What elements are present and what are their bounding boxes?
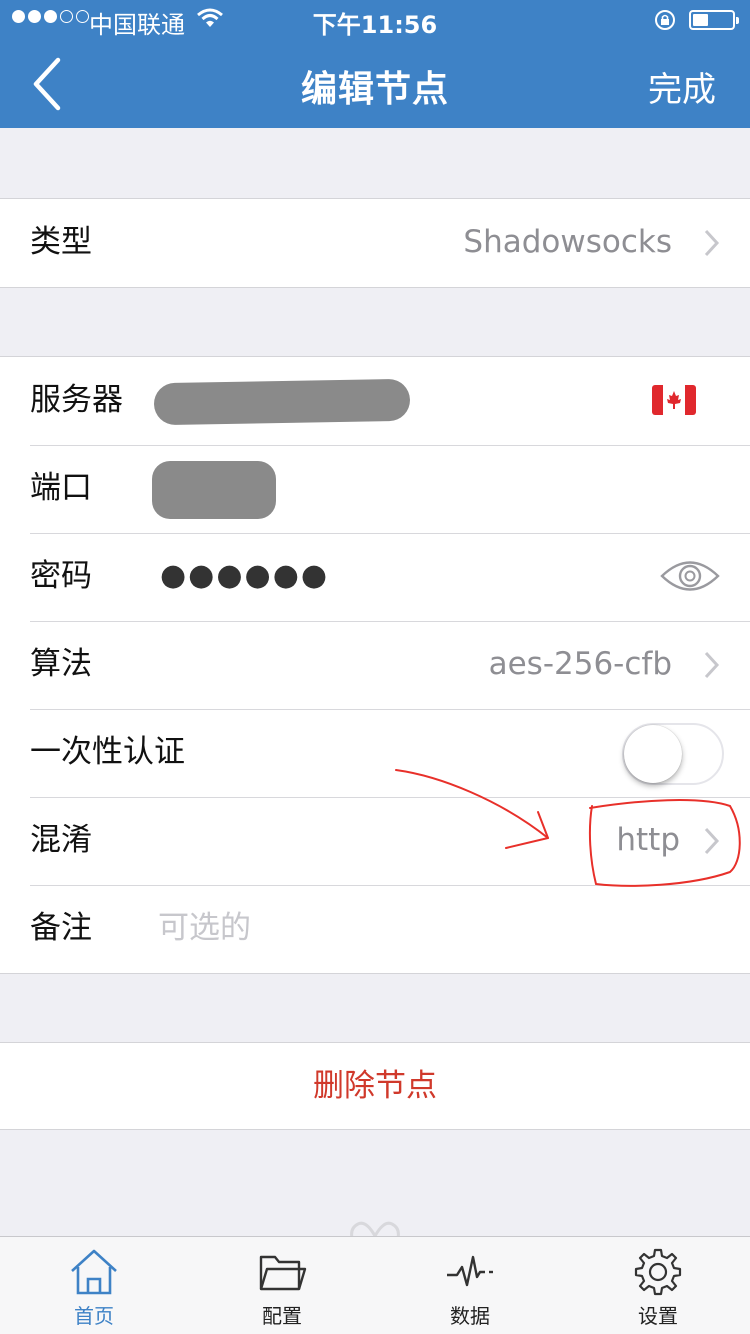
ota-row: 一次性认证 (0, 709, 750, 797)
chevron-right-icon (704, 651, 720, 679)
chevron-right-icon (704, 229, 720, 257)
note-label: 备注 (30, 910, 92, 946)
tab-settings[interactable]: 设置 (583, 1237, 733, 1334)
ota-label: 一次性认证 (30, 734, 185, 770)
page-title: 编辑节点 (300, 69, 449, 110)
folder-icon (259, 1255, 307, 1291)
obfs-label: 混淆 (30, 822, 92, 858)
type-group: 类型 Shadowsocks (0, 198, 750, 288)
port-label: 端口 (30, 470, 92, 506)
port-value-redacted (152, 461, 276, 519)
password-value: ●●●●●● (160, 558, 330, 593)
obfs-row[interactable]: 混淆 http (0, 797, 750, 885)
type-value: Shadowsocks (463, 224, 672, 260)
activity-icon (447, 1255, 493, 1287)
server-form: 服务器 端口 密码 ●●●●●● 算法 aes-256-cfb 一次性认证 混淆… (0, 356, 750, 974)
eye-icon[interactable] (660, 557, 720, 595)
heart-icon (350, 1221, 400, 1238)
tab-bar: 首页 配置 数据 设置 (0, 1236, 750, 1334)
tab-label: 数据 (450, 1304, 490, 1328)
navigation-bar: 中国联通 下午11:56 编辑节点 完成 (0, 0, 750, 128)
tab-label: 首页 (74, 1304, 114, 1328)
server-label: 服务器 (30, 382, 123, 418)
cipher-label: 算法 (30, 646, 92, 682)
server-row[interactable]: 服务器 (0, 357, 750, 445)
status-bar: 中国联通 下午11:56 (0, 0, 750, 40)
battery-icon (689, 10, 739, 30)
note-row: 备注 (0, 885, 750, 973)
type-label: 类型 (30, 224, 92, 260)
ota-toggle[interactable] (622, 723, 724, 785)
tab-home[interactable]: 首页 (19, 1237, 169, 1334)
chevron-right-icon (704, 827, 720, 855)
tab-label: 设置 (638, 1304, 678, 1328)
tab-config[interactable]: 配置 (207, 1237, 357, 1334)
tab-label: 配置 (262, 1304, 302, 1328)
status-time: 下午11:56 (312, 11, 438, 39)
done-button[interactable]: 完成 (648, 62, 716, 111)
port-row[interactable]: 端口 (0, 445, 750, 533)
password-row[interactable]: 密码 ●●●●●● (0, 533, 750, 621)
delete-node-button[interactable]: 删除节点 (0, 1042, 750, 1130)
cipher-value: aes-256-cfb (488, 646, 672, 682)
rotation-lock-icon (655, 10, 675, 30)
server-value-redacted (153, 378, 411, 426)
obfs-value: http (616, 822, 680, 858)
tab-data[interactable]: 数据 (395, 1237, 545, 1334)
gear-icon (634, 1248, 682, 1296)
note-input[interactable] (158, 885, 678, 971)
cipher-row[interactable]: 算法 aes-256-cfb (0, 621, 750, 709)
home-icon (71, 1249, 117, 1295)
canada-flag-icon (652, 385, 696, 415)
type-row[interactable]: 类型 Shadowsocks (0, 199, 750, 287)
password-label: 密码 (30, 558, 92, 594)
